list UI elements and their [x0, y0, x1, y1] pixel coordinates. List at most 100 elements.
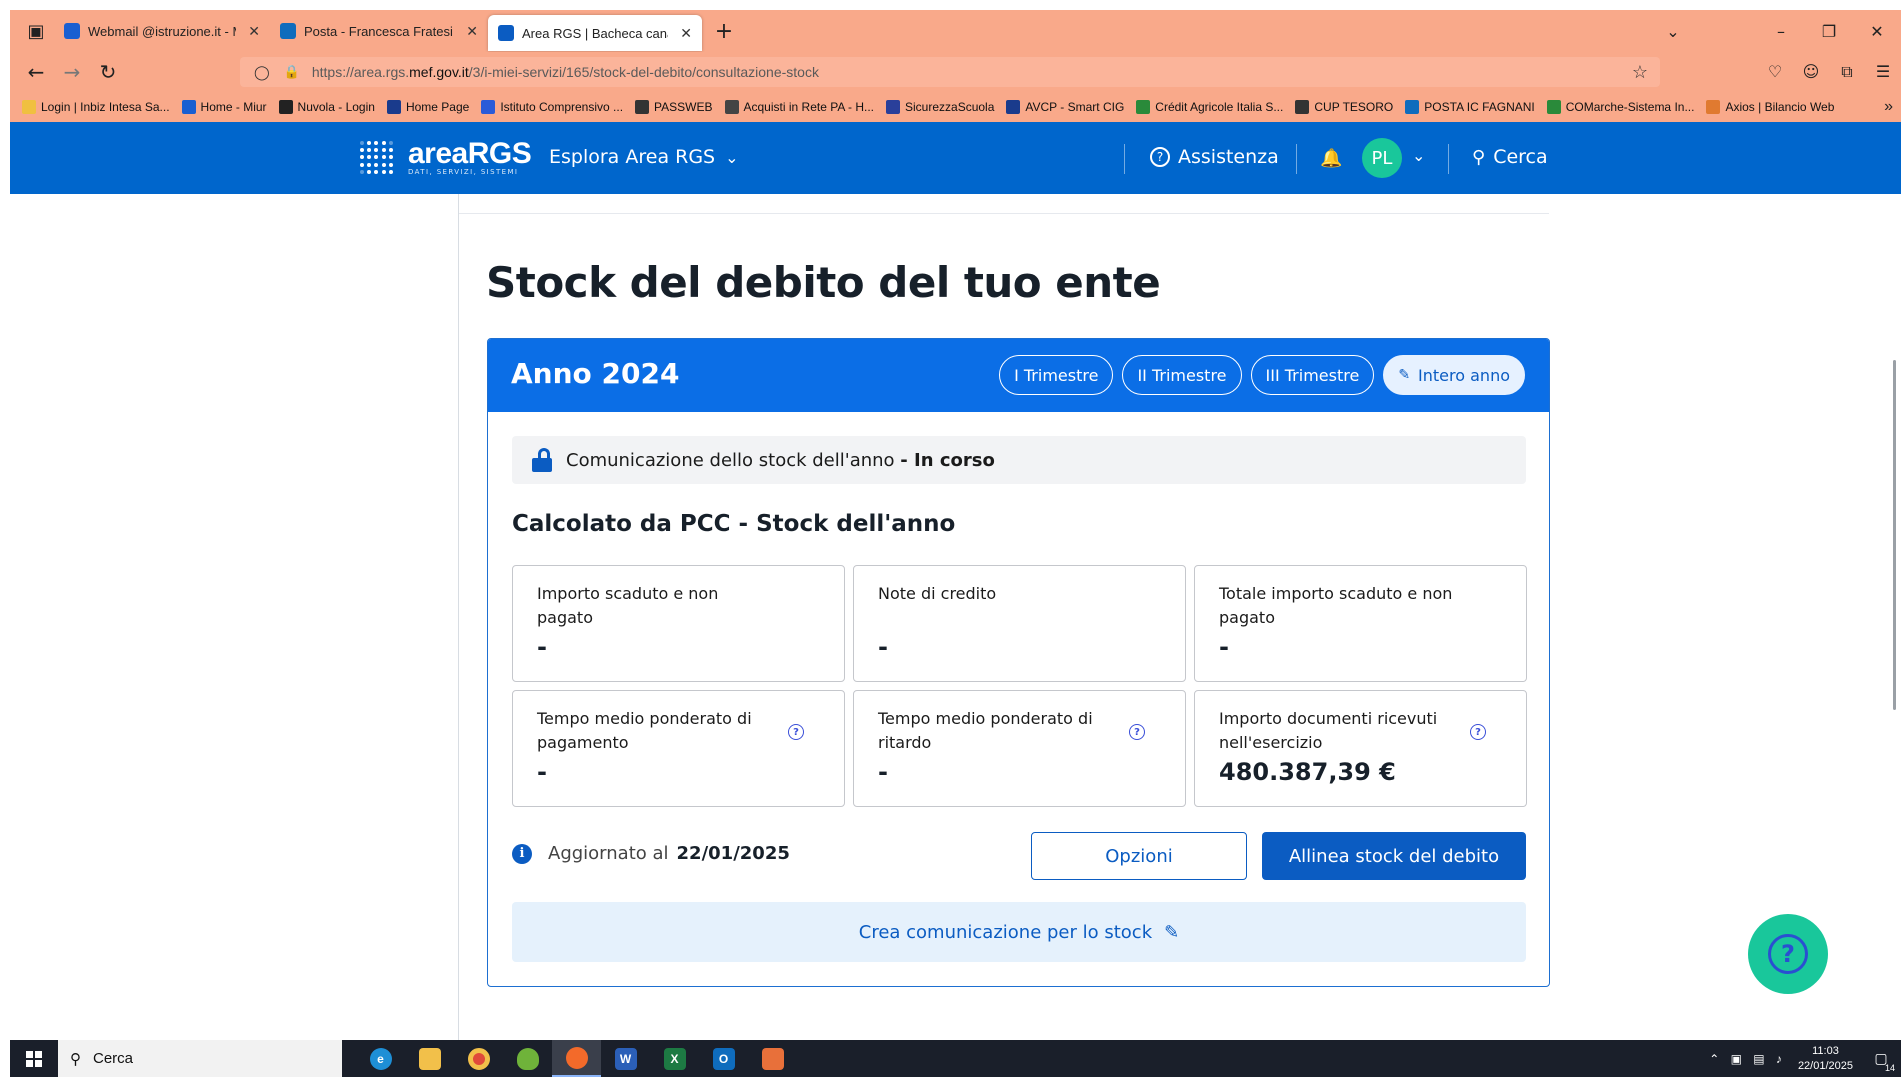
bookmark-item[interactable]: Crédit Agricole Italia S...	[1136, 100, 1283, 114]
help-icon[interactable]: ?	[1129, 724, 1145, 740]
taskbar-apps: e W X O	[356, 1040, 797, 1077]
tab-overview-icon[interactable]: ▣	[18, 15, 54, 47]
account-icon[interactable]: ☺	[1793, 62, 1829, 82]
bookmark-item[interactable]: CUP TESORO	[1295, 100, 1393, 114]
bookmark-item[interactable]: Login | Inbiz Intesa Sa...	[22, 100, 170, 114]
browser-tab-outlook[interactable]: Posta - Francesca Fratesi - Outl ✕	[270, 14, 488, 48]
chevron-down-icon[interactable]: ⌄	[1412, 146, 1425, 165]
assistance-link[interactable]: ? Assistenza	[1150, 146, 1279, 168]
word-icon: W	[614, 1047, 637, 1070]
url-bar[interactable]: ◯ 🔒 https://area.rgs.mef.gov.it/3/i-miei…	[240, 57, 1660, 87]
bookmark-favicon-icon	[22, 100, 36, 114]
taskbar-excel[interactable]: X	[650, 1040, 699, 1077]
metric-value: 480.387,39 €	[1219, 758, 1396, 786]
notification-count: 14	[1884, 1063, 1895, 1073]
bookmark-item[interactable]: POSTA IC FAGNANI	[1405, 100, 1535, 114]
bookmark-item[interactable]: Home Page	[386, 100, 469, 114]
card-header: Anno 2024 I Trimestre II Trimestre III T…	[488, 339, 1549, 412]
reload-icon[interactable]: ↻	[90, 60, 126, 84]
close-icon[interactable]: ✕	[680, 25, 692, 42]
pocket-icon[interactable]: ♡	[1757, 62, 1793, 82]
bookmark-label: Crédit Agricole Italia S...	[1155, 100, 1284, 114]
align-stock-button[interactable]: Allinea stock del debito	[1262, 832, 1526, 880]
header-divider	[1124, 144, 1125, 174]
bookmark-item[interactable]: PASSWEB	[635, 100, 713, 114]
clock-time: 11:03	[1812, 1044, 1839, 1057]
tab-list-chevron-icon[interactable]: ⌄	[1649, 22, 1697, 41]
bookmark-item[interactable]: Axios | Bilancio Web	[1706, 100, 1834, 114]
help-fab-button[interactable]: ?	[1748, 914, 1828, 994]
avatar[interactable]: PL	[1362, 138, 1402, 178]
updated-label: Aggiornato al	[548, 843, 669, 864]
tab-trimestre-2[interactable]: II Trimestre	[1122, 355, 1242, 395]
tab-intero-anno-label: Intero anno	[1418, 365, 1510, 385]
bookmark-item[interactable]: Istituto Comprensivo ...	[481, 100, 623, 114]
bookmark-item[interactable]: COMarche-Sistema In...	[1546, 100, 1694, 114]
bookmarks-overflow-icon[interactable]: »	[1884, 98, 1893, 116]
year-title: Anno 2024	[511, 357, 680, 390]
bookmark-item[interactable]: Nuvola - Login	[278, 100, 375, 114]
metric-label: Tempo medio ponderato di pagamento	[537, 709, 752, 752]
page-scrollbar[interactable]	[1893, 360, 1896, 710]
period-tabs: I Trimestre II Trimestre III Trimestre ✎…	[999, 355, 1525, 395]
close-icon[interactable]: ✕	[466, 23, 478, 40]
restore-icon[interactable]: ❐	[1805, 22, 1853, 41]
bookmark-item[interactable]: AVCP - Smart CIG	[1006, 100, 1124, 114]
page-title: Stock del debito del tuo ente	[486, 258, 1161, 307]
url-text[interactable]: https://area.rgs.mef.gov.it/3/i-miei-ser…	[312, 64, 819, 80]
status-text: Comunicazione dello stock dell'anno	[566, 449, 895, 471]
taskbar-chrome[interactable]	[454, 1040, 503, 1077]
puzzle-icon	[761, 1047, 784, 1070]
bookmark-label: Nuvola - Login	[297, 100, 375, 114]
browser-tab-webmail[interactable]: Webmail @istruzione.it - Miur ✕	[54, 14, 270, 48]
taskbar-firefox[interactable]	[552, 1040, 601, 1077]
help-icon[interactable]: ?	[788, 724, 804, 740]
metric-value: -	[537, 758, 547, 786]
bookmark-item[interactable]: Home - Miur	[181, 100, 267, 114]
tab-trimestre-3[interactable]: III Trimestre	[1250, 355, 1375, 395]
taskbar-app-green[interactable]	[503, 1040, 552, 1077]
assistance-label: Assistenza	[1178, 146, 1279, 168]
bookmark-label: CUP TESORO	[1314, 100, 1394, 114]
clock[interactable]: 11:03 22/01/2025	[1798, 1044, 1853, 1074]
tab-intero-anno[interactable]: ✎ Intero anno	[1383, 355, 1525, 395]
taskbar-word[interactable]: W	[601, 1040, 650, 1077]
taskbar-explorer[interactable]	[405, 1040, 454, 1077]
start-button[interactable]	[10, 1040, 58, 1077]
status-banner: Comunicazione dello stock dell'anno - In…	[512, 436, 1526, 484]
bookmark-item[interactable]: Acquisti in Rete PA - H...	[724, 100, 874, 114]
browser-tab-area-rgs[interactable]: Area RGS | Bacheca canali ✕	[488, 15, 702, 51]
new-tab-button[interactable]: +	[708, 19, 740, 44]
search-button[interactable]: ⚲ Cerca	[1472, 146, 1548, 168]
options-button[interactable]: Opzioni	[1031, 832, 1247, 880]
taskbar-app-puzzle[interactable]	[748, 1040, 797, 1077]
explore-menu[interactable]: Esplora Area RGS ⌄	[549, 146, 739, 168]
create-communication-link[interactable]: Crea comunicazione per lo stock ✎	[512, 902, 1526, 962]
forward-icon[interactable]: →	[54, 60, 90, 84]
arearegs-logo[interactable]: areaRGS DATI, SERVIZI, SISTEMI	[360, 139, 532, 176]
taskbar-edge[interactable]: e	[356, 1040, 405, 1077]
extensions-icon[interactable]: ⧉	[1829, 62, 1865, 82]
taskbar-outlook[interactable]: O	[699, 1040, 748, 1077]
bookmark-item[interactable]: SicurezzaScuola	[886, 100, 994, 114]
minimize-icon[interactable]: –	[1757, 22, 1805, 41]
metric-label: Note di credito	[878, 584, 997, 603]
bookmark-label: Home - Miur	[200, 100, 267, 114]
bell-icon[interactable]: 🔔	[1320, 148, 1342, 169]
menu-icon[interactable]: ☰	[1865, 62, 1901, 82]
bookmark-star-icon[interactable]: ☆	[1632, 62, 1648, 83]
bookmark-label: Login | Inbiz Intesa Sa...	[41, 100, 170, 114]
help-icon[interactable]: ?	[1470, 724, 1486, 740]
bookmark-favicon-icon	[181, 100, 196, 114]
tray-icons[interactable]: ⌃ ▣ ▤ ♪	[1709, 1052, 1786, 1066]
taskbar-search[interactable]: ⚲ Cerca	[58, 1040, 342, 1077]
close-icon[interactable]: ✕	[248, 23, 260, 40]
tab-trimestre-1[interactable]: I Trimestre	[999, 355, 1114, 395]
bookmark-favicon-icon	[1405, 100, 1420, 114]
close-window-icon[interactable]: ✕	[1853, 22, 1901, 41]
notification-center-icon[interactable]: ▢ 14	[1867, 1050, 1895, 1073]
bookmark-label: Axios | Bilancio Web	[1725, 100, 1835, 114]
metric-tile: Note di credito -	[853, 565, 1186, 682]
metric-value: -	[537, 633, 547, 661]
back-icon[interactable]: ←	[18, 60, 54, 84]
